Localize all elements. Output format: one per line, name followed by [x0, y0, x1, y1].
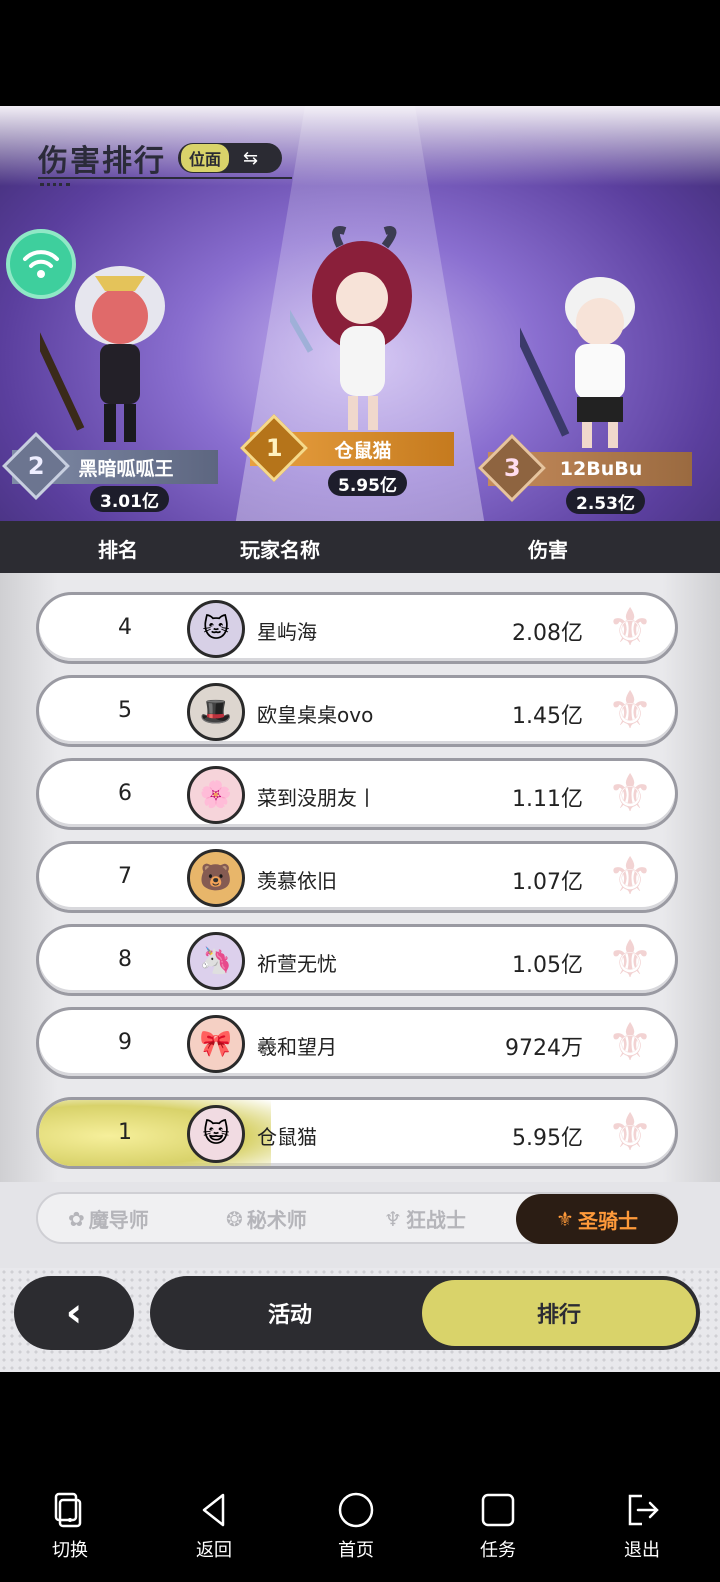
row-damage: 9724万 — [505, 1036, 583, 1061]
row-damage: 1.45亿 — [512, 704, 583, 729]
table-row[interactable]: 7 🐻 羡慕依旧 1.07亿 ⚜ — [36, 841, 678, 913]
crest-icon: ⚜ — [606, 1013, 654, 1073]
table-row[interactable]: 9 🎀 羲和望月 9724万 ⚜ — [36, 1007, 678, 1079]
row-rank: 9 — [118, 1030, 132, 1055]
activity-tab[interactable]: 活动 — [150, 1276, 430, 1350]
crest-icon: ⚜ — [606, 930, 654, 990]
berserker-icon: ♆ — [384, 1206, 402, 1231]
row-player-name: 祈萱无忧 — [257, 952, 337, 976]
home-icon — [316, 1490, 396, 1530]
back-button[interactable]: ‹ — [14, 1276, 134, 1350]
row-player-name: 欧皇桌桌ovo — [257, 703, 374, 727]
row-rank: 5 — [118, 698, 132, 723]
arcanist-icon: ❂ — [226, 1206, 243, 1231]
row-damage: 1.05亿 — [512, 953, 583, 978]
row-damage: 5.95亿 — [512, 1126, 583, 1151]
row-player-name: 仓鼠猫 — [257, 1125, 317, 1149]
ranking-tab[interactable]: 排行 — [422, 1280, 696, 1346]
swap-arrows-icon: ⇆ — [243, 147, 259, 169]
exit-icon — [602, 1490, 682, 1530]
class-tabs: ✿ 魔导师 ❂ 秘术师 ♆ 狂战士 ⚜ 圣骑士 — [36, 1192, 678, 1244]
back-icon — [174, 1490, 254, 1530]
crest-icon: ⚜ — [606, 1103, 654, 1163]
row-player-name: 菜到没朋友丨 — [257, 786, 377, 810]
header-player: 玩家名称 — [240, 538, 320, 562]
avatar[interactable]: 🦄 — [187, 932, 245, 990]
avatar[interactable]: 🎀 — [187, 1015, 245, 1073]
switch-icon — [30, 1490, 110, 1530]
row-rank: 8 — [118, 947, 132, 972]
podium-plate-rank3: 12BuBu 3 — [478, 434, 692, 502]
character-rank1[interactable] — [290, 226, 430, 436]
header-damage: 伤害 — [528, 538, 568, 562]
crest-icon: ⚜ — [606, 681, 654, 741]
tab-berserker[interactable]: ♆ 狂战士 — [384, 1204, 466, 1233]
crest-icon: ⚜ — [606, 598, 654, 658]
row-damage: 1.07亿 — [512, 870, 583, 895]
title-dots — [40, 183, 70, 186]
row-player-name: 羡慕依旧 — [257, 869, 337, 893]
row-player-name: 羲和望月 — [257, 1035, 337, 1059]
mage-icon: ✿ — [68, 1206, 85, 1231]
row-player-name: 星屿海 — [257, 620, 317, 644]
mode-switch: 活动 排行 — [150, 1276, 700, 1350]
row-rank: 1 — [118, 1120, 132, 1145]
avatar[interactable]: 🐱 — [187, 600, 245, 658]
nav-home[interactable]: 首页 — [316, 1490, 396, 1562]
podium-damage-rank1: 5.95亿 — [328, 470, 407, 496]
row-damage: 2.08亿 — [512, 621, 583, 646]
character-rank3[interactable] — [520, 262, 660, 452]
nav-back[interactable]: 返回 — [174, 1490, 254, 1562]
page-title: 伤害排行 — [38, 144, 166, 179]
nav-tasks[interactable]: 任务 — [458, 1490, 538, 1562]
tasks-icon — [458, 1490, 538, 1530]
podium-plate-rank2: 黑暗呱呱王 2 — [2, 432, 218, 500]
podium-damage-rank3: 2.53亿 — [566, 488, 645, 514]
avatar[interactable]: 🐻 — [187, 849, 245, 907]
podium-plate-rank1: 仓鼠猫 1 — [240, 414, 454, 482]
scope-tag: 位面 — [181, 144, 230, 172]
crest-icon: ⚜ — [606, 847, 654, 907]
table-row[interactable]: 6 🌸 菜到没朋友丨 1.11亿 ⚜ — [36, 758, 678, 830]
avatar[interactable]: 🌸 — [187, 766, 245, 824]
header-rank: 排名 — [98, 538, 138, 562]
character-rank2[interactable] — [40, 246, 190, 446]
avatar[interactable]: 😺 — [187, 1105, 245, 1163]
row-rank: 4 — [118, 615, 132, 640]
row-rank: 7 — [118, 864, 132, 889]
table-row[interactable]: 5 🎩 欧皇桌桌ovo 1.45亿 ⚜ — [36, 675, 678, 747]
title-underline — [38, 177, 292, 179]
row-rank: 6 — [118, 781, 132, 806]
tab-paladin[interactable]: ⚜ 圣骑士 — [516, 1194, 678, 1244]
nav-switch[interactable]: 切换 — [30, 1490, 110, 1562]
table-row[interactable]: 8 🦄 祈萱无忧 1.05亿 ⚜ — [36, 924, 678, 996]
tab-mage[interactable]: ✿ 魔导师 — [68, 1204, 149, 1233]
podium-damage-rank2: 3.01亿 — [90, 486, 169, 512]
row-damage: 1.11亿 — [512, 787, 583, 812]
tab-arcanist[interactable]: ❂ 秘术师 — [226, 1204, 307, 1233]
paladin-icon: ⚜ — [556, 1207, 574, 1231]
table-header: 排名 玩家名称 伤害 — [0, 521, 720, 573]
my-rank-row[interactable]: 1 😺 仓鼠猫 5.95亿 ⚜ — [36, 1097, 678, 1169]
system-nav: 切换 返回 首页 任务 退出 — [0, 1472, 720, 1582]
avatar[interactable]: 🎩 — [187, 683, 245, 741]
scope-toggle[interactable]: 位面 ⇆ — [178, 143, 282, 173]
chevron-left-icon: ‹ — [65, 1290, 83, 1336]
nav-exit[interactable]: 退出 — [602, 1490, 682, 1562]
table-row[interactable]: 4 🐱 星屿海 2.08亿 ⚜ — [36, 592, 678, 664]
crest-icon: ⚜ — [606, 764, 654, 824]
game-screen: 伤害排行 位面 ⇆ 黑暗呱呱王 2 3.01亿 仓鼠猫 1 5.95亿 12Bu… — [0, 0, 720, 1582]
